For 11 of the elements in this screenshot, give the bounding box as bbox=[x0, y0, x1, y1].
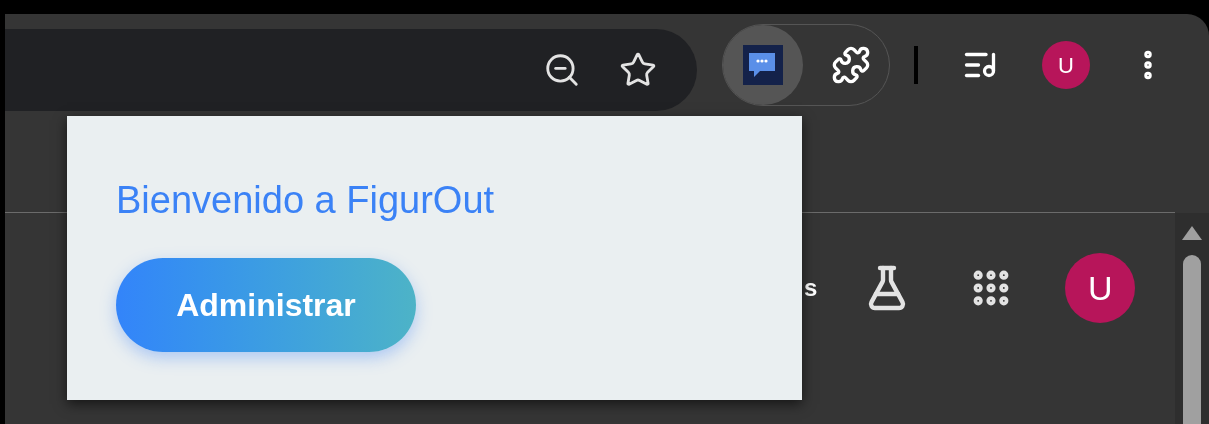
scroll-up-arrow-icon[interactable] bbox=[1181, 225, 1203, 241]
scrollbar-thumb[interactable] bbox=[1183, 255, 1201, 424]
extensions-icon[interactable] bbox=[831, 45, 871, 85]
profile-avatar[interactable]: U bbox=[1042, 41, 1090, 89]
zoom-out-icon[interactable] bbox=[543, 51, 581, 89]
welcome-title: Bienvenido a FigurOut bbox=[116, 178, 496, 222]
scrollbar[interactable] bbox=[1175, 213, 1209, 424]
page-link-text[interactable]: s bbox=[804, 270, 818, 306]
chat-bubble-icon bbox=[743, 45, 783, 85]
bookmark-star-icon[interactable] bbox=[619, 51, 657, 89]
account-avatar[interactable]: U bbox=[1065, 253, 1136, 323]
